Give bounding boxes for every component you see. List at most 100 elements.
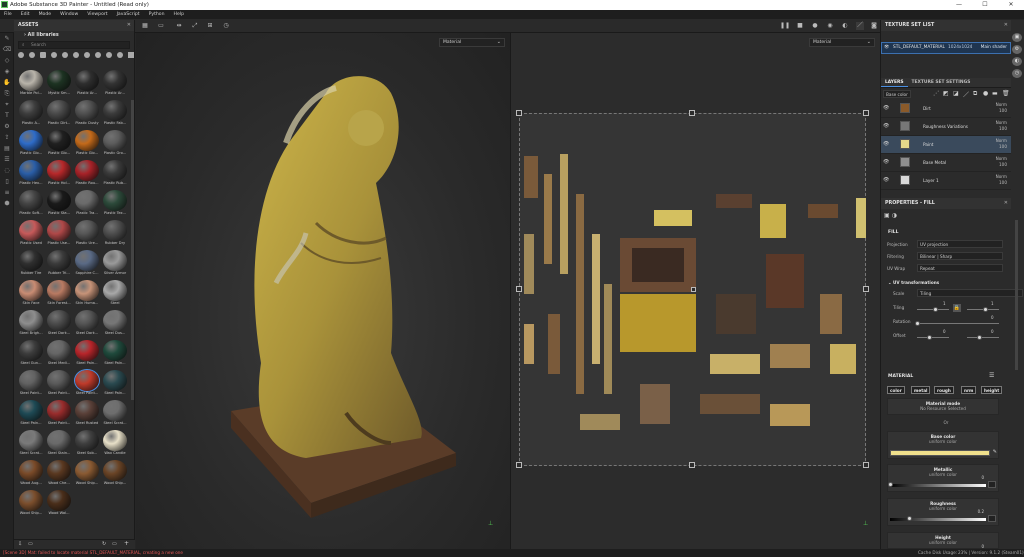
layer-blend[interactable]: Norm 100 <box>996 120 1007 132</box>
asset-tile[interactable]: Plastic Ar... <box>74 70 100 96</box>
viewport-2d[interactable]: Material ⊥ <box>510 33 880 549</box>
close-button[interactable]: ✕ <box>998 0 1024 10</box>
asset-tile[interactable]: Plastic Use... <box>46 220 72 246</box>
plugin-icon[interactable]: ⬢ <box>0 198 14 209</box>
filter-filter-icon[interactable] <box>84 51 90 58</box>
asset-tile[interactable]: Steel Sob... <box>74 430 100 456</box>
uv-handle-bl[interactable] <box>516 462 522 468</box>
material-options-icon[interactable]: ☰ <box>989 372 994 379</box>
asset-tile[interactable]: Plastic Rub... <box>102 160 128 186</box>
layer-blend[interactable]: Norm 100 <box>996 174 1007 186</box>
asset-tile[interactable]: Steel Pain... <box>102 340 128 366</box>
menu-javascript[interactable]: JavaScript <box>117 12 140 17</box>
asset-tile[interactable]: Rubber Tire <box>18 250 44 276</box>
delete-icon[interactable]: 🗑 <box>1002 90 1010 97</box>
asset-tile[interactable]: Plastic Glo... <box>74 130 100 156</box>
assets-scrollbar[interactable] <box>131 100 134 400</box>
texture-set-row[interactable]: 👁 STL_DEFAULT_MATERIAL 1024x1024 Main sh… <box>881 42 1011 54</box>
brush-icon[interactable]: ✎ <box>0 33 14 44</box>
channel-metal-toggle[interactable]: metal <box>911 386 931 394</box>
asset-tile[interactable]: Wood Ship... <box>18 490 44 516</box>
environment-icon[interactable]: ● <box>811 22 819 30</box>
filter-material-icon[interactable] <box>18 51 24 58</box>
grid-view-toggle-icon[interactable] <box>128 51 134 58</box>
asset-tile[interactable]: Steel <box>102 280 128 306</box>
layer-row-base-metal[interactable]: 👁 Base Metal Norm 100 <box>881 154 1011 172</box>
asset-tile[interactable]: Plastic Glo... <box>46 130 72 156</box>
asset-tile[interactable]: Plastic Used <box>18 220 44 246</box>
import-icon[interactable]: ⇩ <box>18 541 22 547</box>
asset-tile[interactable]: Steel Paint... <box>74 369 100 396</box>
asset-tile[interactable]: Sapphire C... <box>74 250 100 276</box>
asset-tile[interactable]: Steel Brigh... <box>18 310 44 336</box>
asset-tile[interactable]: Steel Dus... <box>102 310 128 336</box>
layer-visibility-icon[interactable]: 👁 <box>883 105 889 111</box>
eraser-icon[interactable]: ⌫ <box>0 44 14 55</box>
asset-tile[interactable]: Plastic Hol... <box>46 160 72 186</box>
tiling-slider-knob[interactable] <box>933 307 938 312</box>
asset-tile[interactable]: Plastic Ure... <box>74 220 100 246</box>
filter-smart-material-icon[interactable] <box>29 51 35 58</box>
uvwrap-select[interactable]: Repeat <box>917 264 1003 272</box>
smudge-icon[interactable]: ✋ <box>0 77 14 88</box>
display-settings-icon[interactable]: ◐ <box>1012 57 1022 66</box>
asset-tile[interactable]: Plastic Dirt... <box>46 100 72 126</box>
filter-particle-icon[interactable] <box>73 51 79 58</box>
asset-tile[interactable]: Plastic Dusty <box>74 100 100 126</box>
layer-row-dirt[interactable]: 👁 Dirt Norm 100 <box>881 100 1011 118</box>
display-icon[interactable]: ◌ <box>0 165 14 176</box>
group-icon[interactable]: ⧉ <box>973 90 977 98</box>
filter-environment-icon[interactable] <box>106 51 112 58</box>
projection-icon[interactable]: ◇ <box>0 55 14 66</box>
tab-texture-set-settings[interactable]: TEXTURE SET SETTINGS <box>908 78 975 87</box>
layout-icon[interactable]: ▭ <box>157 22 165 30</box>
metallic-slider-knob[interactable] <box>888 482 893 487</box>
material-mode-box[interactable]: Material mode No Resource Selected <box>887 398 999 415</box>
uv-handle-tr[interactable] <box>863 110 869 116</box>
asset-tile[interactable]: Silver Armor <box>102 250 128 276</box>
asset-tile[interactable]: Plastic Hex... <box>18 160 44 186</box>
filtering-select[interactable]: Bilinear | Sharp <box>917 252 1003 260</box>
offset-y-knob[interactable] <box>977 335 982 340</box>
menu-edit[interactable]: Edit <box>21 12 30 17</box>
fill-tab-icon[interactable]: ▣ ◑ <box>884 212 897 219</box>
layer-blend[interactable]: Norm 100 <box>996 102 1007 114</box>
status-error-message[interactable]: [Scene 3D] Mat: failed to locate materia… <box>3 549 183 557</box>
menu-help[interactable]: Help <box>174 12 184 17</box>
menu-viewport[interactable]: Viewport <box>87 12 107 17</box>
uv-handle-ml[interactable] <box>516 286 522 292</box>
filter-brush-icon[interactable] <box>62 51 68 58</box>
asset-tile[interactable]: Wax Candle <box>102 430 128 456</box>
asset-tile[interactable]: Wood Che... <box>46 460 72 486</box>
asset-tile[interactable]: Steel Paint... <box>18 370 44 396</box>
metallic-slider[interactable] <box>890 484 986 487</box>
add-effect-icon[interactable]: ⋰ <box>933 90 939 97</box>
close-icon[interactable]: ✕ <box>127 20 131 31</box>
maximize-button[interactable]: ☐ <box>972 0 998 10</box>
folder-icon[interactable]: ▭ <box>28 541 33 547</box>
scale-select[interactable]: Tiling <box>917 289 1023 297</box>
picker-icon[interactable]: ⌖ <box>0 99 14 110</box>
asset-tile[interactable]: Wood Aug... <box>18 460 44 486</box>
library-selector[interactable]: › All libraries <box>14 31 134 41</box>
rotation-slider-knob[interactable] <box>915 321 920 326</box>
asset-tile[interactable]: Skin Forest... <box>46 280 72 306</box>
mask-icon[interactable]: ◩ <box>943 90 949 97</box>
asset-tile[interactable]: Plastic Rou... <box>74 160 100 186</box>
grid-view-icon[interactable]: ▦ <box>141 22 149 30</box>
basecolor-swatch[interactable] <box>890 450 990 456</box>
roughness-slider[interactable] <box>890 518 986 521</box>
shader-icon[interactable]: ◐ <box>841 22 849 30</box>
history-icon[interactable]: ◷ <box>222 22 230 30</box>
asset-tile[interactable]: Plastic Fab... <box>102 100 128 126</box>
asset-tile[interactable]: Steel Scrat... <box>102 400 128 426</box>
visibility-eye-icon[interactable]: 👁 <box>884 43 889 53</box>
export-icon[interactable]: ⇪ <box>0 132 14 143</box>
uv-transformations-label[interactable]: ⌄ UV transformations <box>881 280 939 285</box>
layer-visibility-icon[interactable]: 👁 <box>883 177 889 183</box>
new-folder-icon[interactable]: ▭ <box>112 541 117 547</box>
asset-tile[interactable]: Rubber Dry <box>102 220 128 246</box>
asset-tile[interactable]: Steel Paint... <box>46 400 72 426</box>
asset-tile[interactable]: Plastic Glo... <box>18 130 44 156</box>
rotation-slider[interactable] <box>917 323 999 324</box>
